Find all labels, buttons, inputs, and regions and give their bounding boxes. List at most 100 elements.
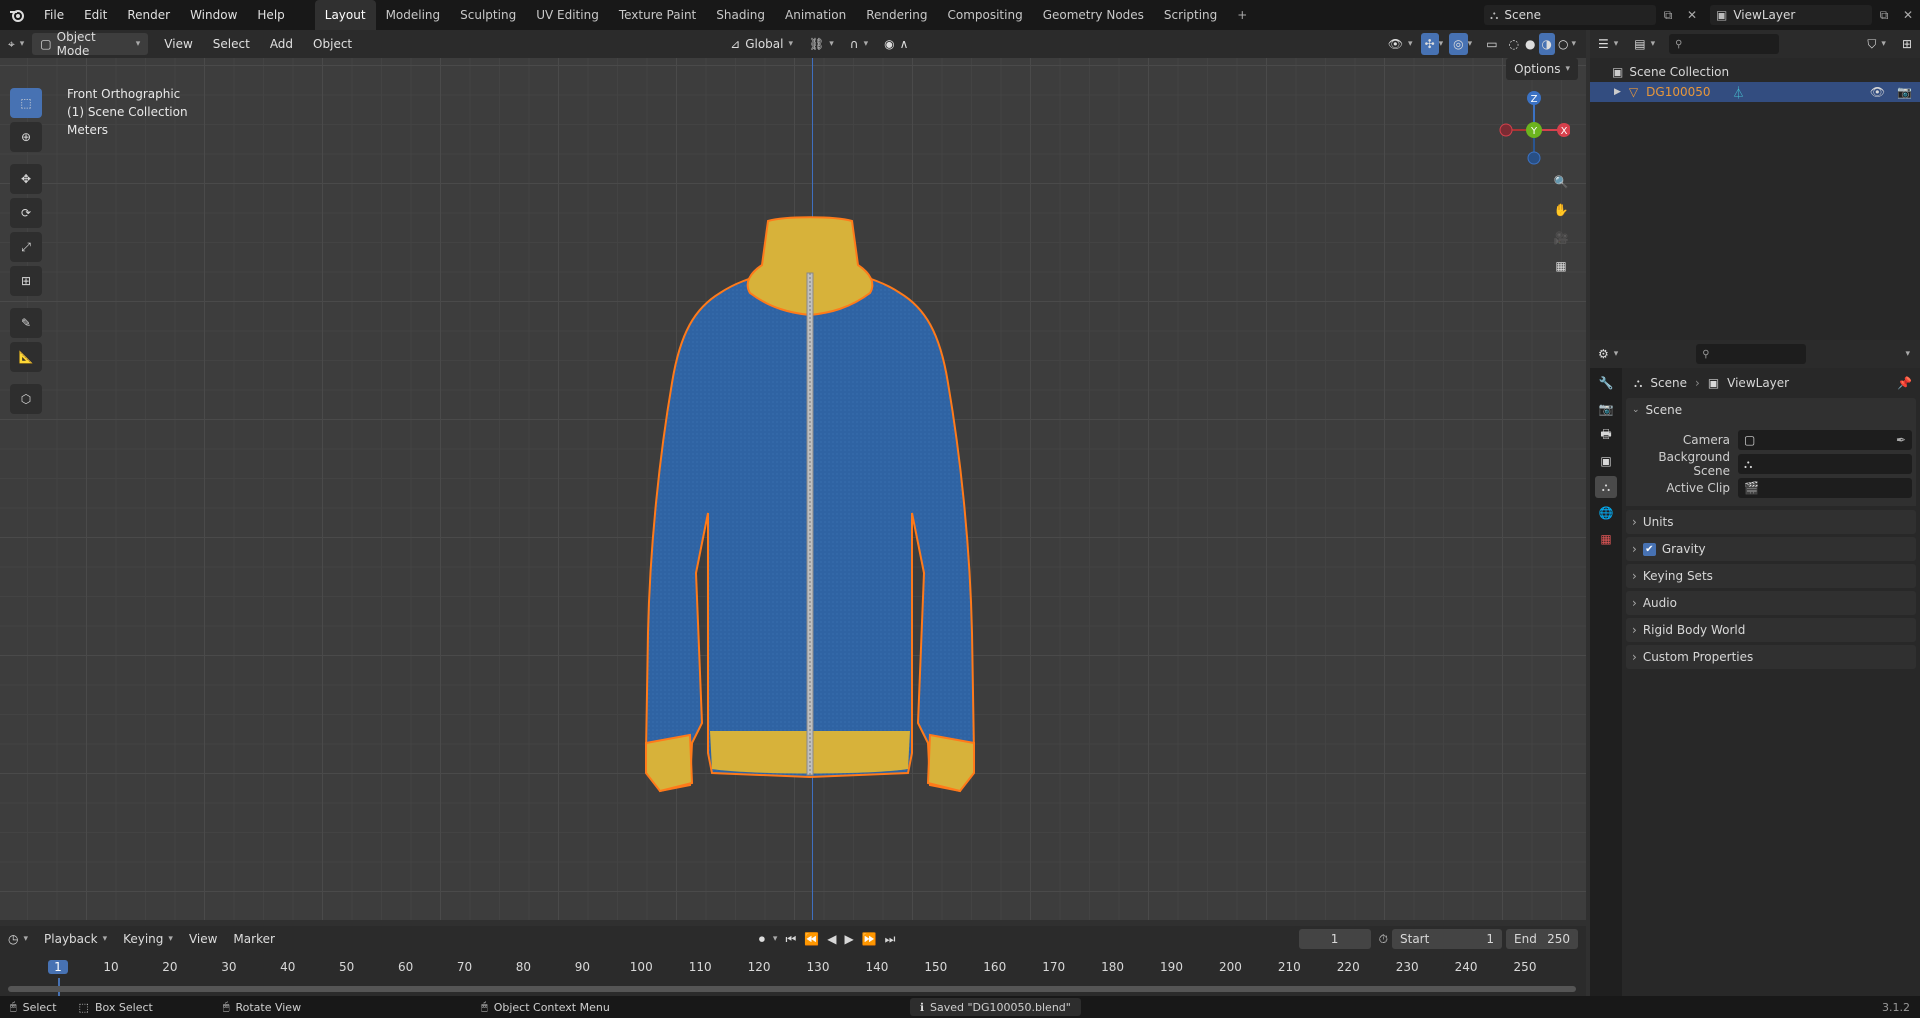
record-icon[interactable]: ⏺: [759, 932, 765, 947]
tab-shading[interactable]: Shading: [706, 0, 775, 30]
filter-dropdown[interactable]: ⛉ ▾: [1859, 33, 1894, 55]
properties-editor-type[interactable]: ⚙ ▾: [1590, 343, 1626, 365]
new-scene-icon[interactable]: ⧉: [1656, 8, 1680, 23]
scale-tool[interactable]: ⤢: [10, 232, 42, 262]
move-tool[interactable]: ✥: [10, 164, 42, 194]
scene-selector[interactable]: ⛬ Scene: [1484, 5, 1656, 25]
transform-orientation-dropdown[interactable]: ⊿ Global ▾: [722, 33, 801, 55]
menu-edit[interactable]: Edit: [74, 0, 117, 30]
prev-keyframe-icon[interactable]: ⏪: [804, 932, 819, 946]
render-tab[interactable]: 📷: [1595, 398, 1617, 420]
3d-viewport[interactable]: Front Orthographic (1) Scene Collection …: [0, 58, 1586, 920]
eyedropper-icon[interactable]: ✒: [1896, 433, 1906, 447]
editor-type-dropdown[interactable]: ⌖ ▾: [0, 33, 32, 55]
expand-triangle-icon[interactable]: ▶: [1614, 87, 1621, 97]
rendered-shading-button[interactable]: ○: [1555, 33, 1571, 55]
tab-layout[interactable]: Layout: [314, 0, 376, 30]
cursor-tool[interactable]: ⊕: [10, 122, 42, 152]
material-shading-button[interactable]: ◑: [1538, 33, 1555, 55]
tab-texture-paint[interactable]: Texture Paint: [609, 0, 706, 30]
timeline-scrollbar[interactable]: [8, 986, 1576, 992]
jacket-model[interactable]: [600, 213, 1020, 813]
pivot-dropdown[interactable]: ⛓ ▾: [801, 33, 842, 55]
properties-search-input[interactable]: ⚲: [1696, 344, 1807, 364]
render-camera-icon[interactable]: 📷: [1897, 85, 1912, 99]
scene-tab[interactable]: ⛬: [1595, 476, 1617, 498]
timeline-menu-keying[interactable]: Keying ▾: [115, 928, 181, 950]
start-frame-field[interactable]: Start 1: [1392, 929, 1502, 949]
output-tab[interactable]: 🖶: [1595, 424, 1617, 446]
tab-compositing[interactable]: Compositing: [937, 0, 1032, 30]
visibility-dropdown[interactable]: 👁 ▾: [1380, 33, 1421, 55]
tool-tab[interactable]: 🔧: [1595, 372, 1617, 394]
world-tab[interactable]: 🌐: [1595, 502, 1617, 524]
menu-window[interactable]: Window: [180, 0, 247, 30]
visibility-eye-icon[interactable]: 👁: [1870, 85, 1885, 99]
active-clip-field[interactable]: 🎬: [1738, 478, 1912, 498]
annotate-tool[interactable]: ✎: [10, 308, 42, 338]
mode-dropdown[interactable]: ▢ Object Mode ▾: [32, 30, 149, 58]
gravity-checkbox[interactable]: ✔: [1642, 542, 1656, 556]
view-layer-tab[interactable]: ▣: [1595, 450, 1617, 472]
proportional-edit-toggle[interactable]: ◉ ∧: [876, 33, 916, 55]
end-frame-field[interactable]: End 250: [1506, 929, 1578, 949]
tab-modeling[interactable]: Modeling: [376, 0, 451, 30]
overlay-dropdown[interactable]: ▾: [1468, 39, 1473, 49]
gizmo-toggle[interactable]: ✣: [1420, 33, 1439, 55]
tab-sculpting[interactable]: Sculpting: [450, 0, 526, 30]
menu-file[interactable]: File: [34, 0, 74, 30]
add-workspace-button[interactable]: +: [1227, 0, 1257, 30]
pin-icon[interactable]: 📌: [1897, 376, 1912, 390]
remove-viewlayer-icon[interactable]: ✕: [1896, 8, 1920, 22]
transform-tool[interactable]: ⊞: [10, 266, 42, 296]
properties-options-dropdown[interactable]: ▾: [1905, 349, 1910, 359]
outliner-row-object[interactable]: ▶ ▽ DG100050 ⏃ 👁 📷: [1590, 82, 1920, 102]
snap-toggle[interactable]: ∩ ▾: [842, 33, 876, 55]
zoom-icon[interactable]: 🔍: [1547, 168, 1575, 196]
viewport-menu-view[interactable]: View: [154, 29, 202, 59]
tab-rendering[interactable]: Rendering: [856, 0, 937, 30]
texture-tab[interactable]: ▦: [1595, 528, 1617, 550]
tab-animation[interactable]: Animation: [775, 0, 856, 30]
menu-render[interactable]: Render: [117, 0, 180, 30]
panel-custom-properties[interactable]: › Custom Properties: [1626, 645, 1916, 669]
tab-geometry-nodes[interactable]: Geometry Nodes: [1033, 0, 1154, 30]
ortho-grid-icon[interactable]: ▦: [1547, 252, 1575, 280]
remove-scene-icon[interactable]: ✕: [1680, 8, 1704, 22]
outliner-search-input[interactable]: ⚲: [1669, 34, 1780, 54]
gizmo-dropdown[interactable]: ▾: [1439, 39, 1444, 49]
navigation-gizmo[interactable]: Z X Y: [1490, 84, 1570, 174]
panel-keying-sets[interactable]: › Keying Sets: [1626, 564, 1916, 588]
overlay-toggle[interactable]: ◎: [1449, 33, 1468, 55]
timeline-menu-playback[interactable]: Playback ▾: [36, 928, 115, 950]
viewport-menu-add[interactable]: Add: [260, 29, 303, 59]
display-mode-dropdown[interactable]: ▤ ▾: [1626, 33, 1663, 55]
viewport-menu-select[interactable]: Select: [203, 29, 260, 59]
timeline-menu-view[interactable]: View: [181, 928, 225, 950]
panel-rigid-body-world[interactable]: › Rigid Body World: [1626, 618, 1916, 642]
camera-field[interactable]: ▢ ✒: [1738, 430, 1912, 450]
jump-end-icon[interactable]: ⏭: [885, 932, 896, 947]
shading-dropdown[interactable]: ▾: [1571, 39, 1576, 49]
new-collection-button[interactable]: ⊞: [1894, 33, 1920, 55]
select-box-tool[interactable]: ⬚: [10, 88, 42, 118]
options-dropdown[interactable]: Options ▾: [1506, 58, 1578, 80]
stopwatch-icon[interactable]: ⏱: [1379, 932, 1388, 947]
menu-help[interactable]: Help: [247, 0, 294, 30]
background-scene-field[interactable]: ⛬: [1738, 454, 1912, 474]
measure-tool[interactable]: 📐: [10, 342, 42, 372]
solid-shading-button[interactable]: ●: [1522, 33, 1538, 55]
outliner-row-scene-collection[interactable]: ▣ Scene Collection: [1590, 62, 1920, 82]
next-keyframe-icon[interactable]: ⏩: [862, 932, 877, 946]
scene-section-header[interactable]: ⌄ Scene: [1626, 398, 1916, 422]
panel-units[interactable]: › Units: [1626, 510, 1916, 534]
pan-hand-icon[interactable]: ✋: [1547, 196, 1575, 224]
play-reverse-icon[interactable]: ◀: [827, 932, 836, 946]
tab-uv-editing[interactable]: UV Editing: [526, 0, 609, 30]
wireframe-shading-button[interactable]: ◌: [1506, 33, 1522, 55]
viewport-menu-object[interactable]: Object: [303, 29, 362, 59]
timeline-editor-type[interactable]: ◷ ▾: [0, 928, 36, 950]
outliner-editor-type[interactable]: ☰ ▾: [1590, 33, 1626, 55]
tab-scripting[interactable]: Scripting: [1154, 0, 1227, 30]
play-icon[interactable]: ▶: [844, 932, 853, 946]
